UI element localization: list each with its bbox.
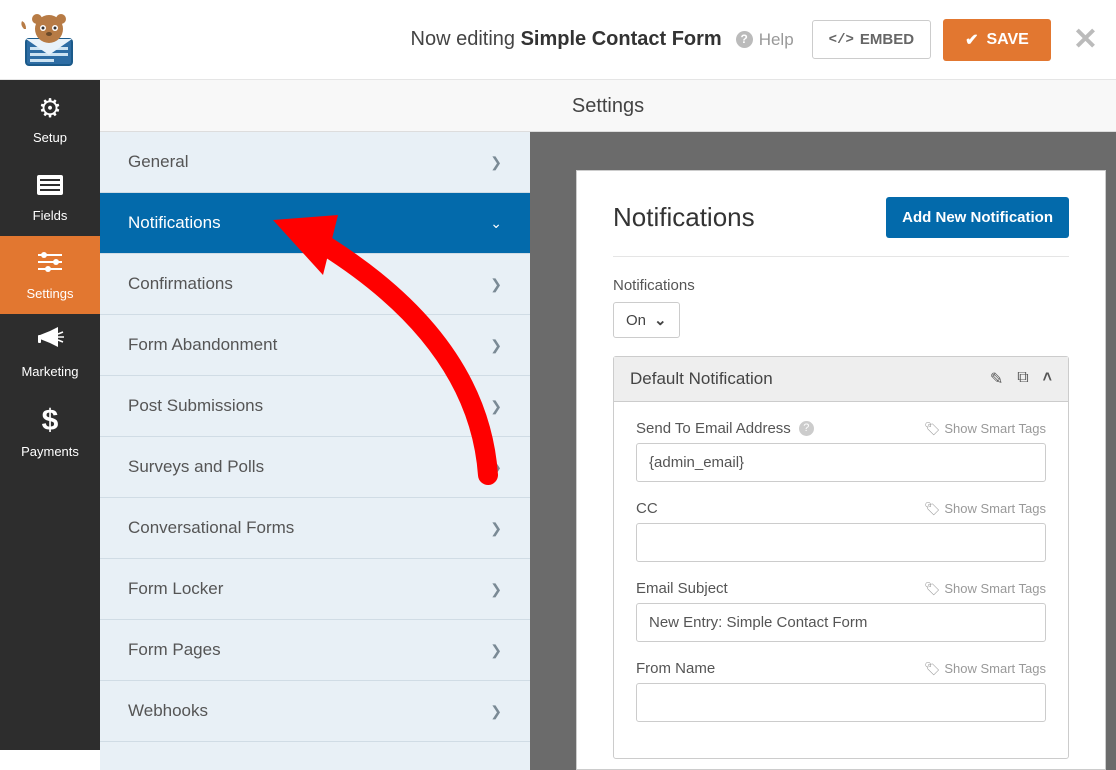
chevron-right-icon: ❯: [490, 703, 502, 720]
field-subject: Email Subject 🏷 Show Smart Tags: [636, 580, 1046, 642]
sidebar-item-label: Marketing: [21, 364, 78, 379]
chevron-right-icon: ❯: [490, 154, 502, 171]
settings-row-general[interactable]: General ❯: [100, 132, 530, 193]
settings-row-post-submissions[interactable]: Post Submissions ❯: [100, 376, 530, 437]
add-notification-button[interactable]: Add New Notification: [886, 197, 1069, 238]
field-label: Email Subject: [636, 580, 728, 597]
copy-icon[interactable]: ⧉: [1017, 369, 1028, 389]
chevron-down-icon: ⌄: [490, 215, 502, 232]
sidebar: ⚙ Setup Fields Settings Marketing $ Paym…: [0, 80, 100, 750]
content: Settings General ❯ Notifications ⌄ Confi…: [100, 80, 1116, 750]
chevron-right-icon: ❯: [490, 398, 502, 415]
embed-icon: </>: [829, 32, 854, 48]
sliders-icon: [36, 249, 64, 280]
field-label: From Name: [636, 660, 715, 677]
send-to-input[interactable]: [636, 443, 1046, 482]
show-smart-tags[interactable]: 🏷 Show Smart Tags: [924, 661, 1046, 677]
notification-box: Default Notification ✎ ⧉ ˄: [613, 356, 1069, 759]
field-cc: CC 🏷 Show Smart Tags: [636, 500, 1046, 562]
panel-wrap: Notifications Add New Notification Notif…: [530, 132, 1116, 770]
field-label: Send To Email Address ?: [636, 420, 814, 437]
tag-icon: 🏷: [924, 581, 941, 597]
settings-row-notifications[interactable]: Notifications ⌄: [100, 193, 530, 254]
notification-head: Default Notification ✎ ⧉ ˄: [614, 357, 1068, 402]
chevron-right-icon: ❯: [490, 459, 502, 476]
sidebar-item-payments[interactable]: $ Payments: [0, 392, 100, 470]
dollar-icon: $: [42, 404, 59, 438]
notifications-toggle-select[interactable]: On ⌄: [613, 302, 680, 338]
settings-row-webhooks[interactable]: Webhooks ❯: [100, 681, 530, 742]
notification-title: Default Notification: [630, 369, 773, 389]
chevron-down-icon: ⌄: [654, 311, 667, 329]
chevron-right-icon: ❯: [490, 581, 502, 598]
chevron-right-icon: ❯: [490, 337, 502, 354]
sidebar-item-setup[interactable]: ⚙ Setup: [0, 80, 100, 158]
show-smart-tags[interactable]: 🏷 Show Smart Tags: [924, 581, 1046, 597]
tag-icon: 🏷: [924, 501, 941, 517]
help-icon: ?: [736, 31, 753, 48]
now-editing-label: Now editing Simple Contact Form: [411, 28, 722, 51]
field-label: CC: [636, 500, 658, 517]
chevron-right-icon: ❯: [490, 642, 502, 659]
notifications-dropdown-label: Notifications: [613, 277, 1069, 294]
sidebar-item-label: Fields: [33, 208, 68, 223]
settings-row-confirmations[interactable]: Confirmations ❯: [100, 254, 530, 315]
notifications-panel: Notifications Add New Notification Notif…: [576, 170, 1106, 770]
sidebar-item-fields[interactable]: Fields: [0, 158, 100, 236]
help-icon[interactable]: ?: [799, 421, 814, 436]
field-from-name: From Name 🏷 Show Smart Tags: [636, 660, 1046, 722]
topbar: Now editing Simple Contact Form ? Help <…: [0, 0, 1116, 80]
settings-row-surveys-polls[interactable]: Surveys and Polls ❯: [100, 437, 530, 498]
wpforms-logo: [18, 11, 80, 69]
tag-icon: 🏷: [924, 661, 941, 677]
tag-icon: 🏷: [924, 421, 941, 437]
help-link[interactable]: ? Help: [736, 30, 794, 50]
notification-actions: ✎ ⧉ ˄: [990, 369, 1052, 389]
chevron-right-icon: ❯: [490, 520, 502, 537]
close-icon[interactable]: ✕: [1073, 22, 1098, 57]
sidebar-item-label: Settings: [27, 286, 74, 301]
embed-button[interactable]: </> EMBED: [812, 20, 931, 59]
settings-list: General ❯ Notifications ⌄ Confirmations …: [100, 132, 530, 770]
inner: General ❯ Notifications ⌄ Confirmations …: [100, 132, 1116, 770]
save-button[interactable]: ✔ SAVE: [943, 19, 1051, 61]
sidebar-item-label: Payments: [21, 444, 79, 459]
gear-icon: ⚙: [38, 93, 61, 124]
check-icon: ✔: [965, 30, 978, 50]
settings-row-conversational-forms[interactable]: Conversational Forms ❯: [100, 498, 530, 559]
main: ⚙ Setup Fields Settings Marketing $ Paym…: [0, 80, 1116, 750]
field-send-to: Send To Email Address ? 🏷 Show Smart Tag…: [636, 420, 1046, 482]
settings-row-form-pages[interactable]: Form Pages ❯: [100, 620, 530, 681]
chevron-right-icon: ❯: [490, 276, 502, 293]
settings-row-form-abandonment[interactable]: Form Abandonment ❯: [100, 315, 530, 376]
show-smart-tags[interactable]: 🏷 Show Smart Tags: [924, 421, 1046, 437]
panel-title: Notifications: [613, 202, 755, 233]
collapse-icon[interactable]: ˄: [1043, 369, 1052, 389]
bullhorn-icon: [36, 327, 64, 358]
edit-icon[interactable]: ✎: [990, 369, 1003, 389]
settings-row-form-locker[interactable]: Form Locker ❯: [100, 559, 530, 620]
panel-head: Notifications Add New Notification: [613, 197, 1069, 257]
sidebar-item-marketing[interactable]: Marketing: [0, 314, 100, 392]
list-icon: [37, 171, 63, 202]
sidebar-item-settings[interactable]: Settings: [0, 236, 100, 314]
show-smart-tags[interactable]: 🏷 Show Smart Tags: [924, 501, 1046, 517]
from-name-input[interactable]: [636, 683, 1046, 722]
subject-input[interactable]: [636, 603, 1046, 642]
settings-header: Settings: [100, 80, 1116, 132]
notification-body: Send To Email Address ? 🏷 Show Smart Tag…: [614, 402, 1068, 758]
cc-input[interactable]: [636, 523, 1046, 562]
sidebar-item-label: Setup: [33, 130, 67, 145]
